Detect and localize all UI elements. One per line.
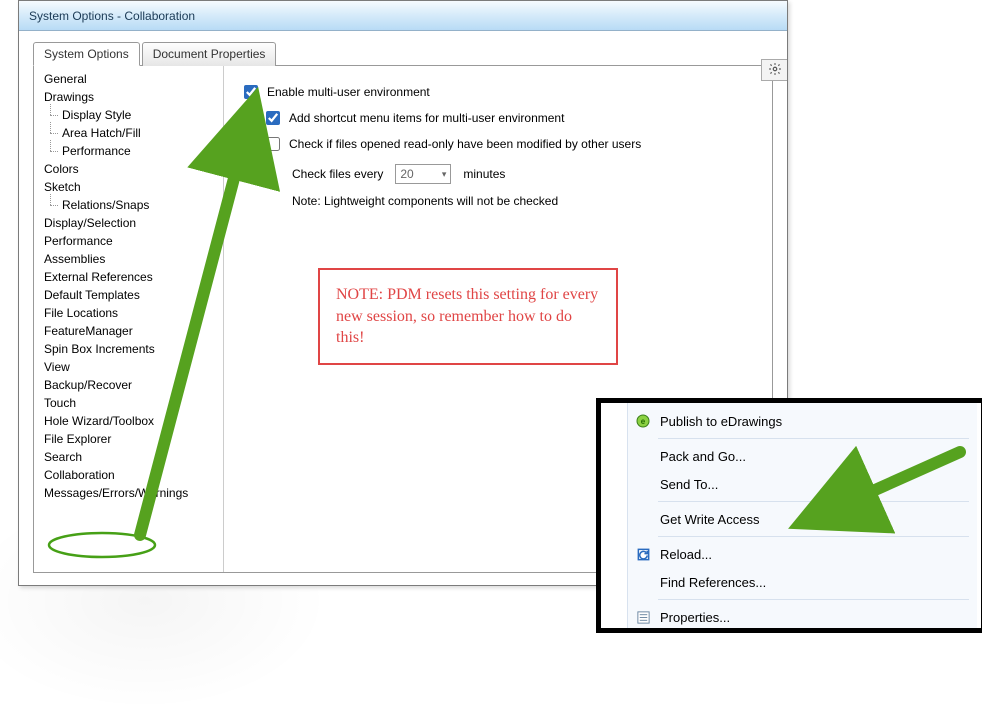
options-tree[interactable]: General Drawings Display Style Area Hatc… — [34, 66, 224, 572]
tree-item-search[interactable]: Search — [34, 448, 223, 466]
dialog-title: System Options - Collaboration — [29, 9, 195, 23]
tree-item-view[interactable]: View — [34, 358, 223, 376]
checkbox-check-readonly[interactable] — [266, 137, 280, 151]
separator — [658, 536, 969, 537]
label-enable-multi-user: Enable multi-user environment — [267, 85, 430, 99]
row-check-readonly: Check if files opened read-only have bee… — [262, 134, 756, 154]
tree-item-drawings[interactable]: Drawings — [34, 88, 223, 106]
tree-item-area-hatch-fill[interactable]: Area Hatch/Fill — [34, 124, 223, 142]
tree-item-colors[interactable]: Colors — [34, 160, 223, 178]
chevron-down-icon: ▾ — [442, 169, 447, 180]
label-check-every: Check files every — [292, 167, 383, 181]
tree-item-sketch[interactable]: Sketch — [34, 178, 223, 196]
ctx-label: Send To... — [660, 477, 718, 492]
ctx-item-properties[interactable]: Properties... — [628, 603, 977, 631]
tree-item-external-references[interactable]: External References — [34, 268, 223, 286]
blank-icon — [634, 510, 652, 528]
ctx-label: Find References... — [660, 575, 766, 590]
label-add-shortcut: Add shortcut menu items for multi-user e… — [289, 111, 564, 125]
row-check-interval: Check files every 20 ▾ minutes — [292, 164, 756, 184]
row-add-shortcut: Add shortcut menu items for multi-user e… — [262, 108, 756, 128]
ctx-item-pack-and-go[interactable]: Pack and Go... — [628, 442, 977, 470]
ctx-label: Publish to eDrawings — [660, 414, 782, 429]
context-menu: e Publish to eDrawings Pack and Go... Se… — [627, 403, 977, 633]
separator — [658, 438, 969, 439]
edrawings-icon: e — [634, 412, 652, 430]
label-minutes: minutes — [463, 167, 505, 181]
tree-item-file-locations[interactable]: File Locations — [34, 304, 223, 322]
tree-item-display-selection[interactable]: Display/Selection — [34, 214, 223, 232]
tree-item-relations-snaps[interactable]: Relations/Snaps — [34, 196, 223, 214]
tree-item-touch[interactable]: Touch — [34, 394, 223, 412]
ctx-item-reload[interactable]: Reload... — [628, 540, 977, 568]
row-enable-multi-user: Enable multi-user environment — [240, 82, 756, 102]
annotation-note-box: NOTE: PDM resets this setting for every … — [318, 268, 618, 365]
ctx-item-send-to[interactable]: Send To... — [628, 470, 977, 498]
svg-text:e: e — [641, 417, 646, 426]
tree-item-display-style[interactable]: Display Style — [34, 106, 223, 124]
ctx-item-get-write-access[interactable]: Get Write Access — [628, 505, 977, 533]
tree-item-performance[interactable]: Performance — [34, 232, 223, 250]
checkbox-add-shortcut[interactable] — [266, 111, 280, 125]
tree-item-messages-errors-warnings[interactable]: Messages/Errors/Warnings — [34, 484, 223, 502]
tree-item-default-templates[interactable]: Default Templates — [34, 286, 223, 304]
reload-icon — [634, 545, 652, 563]
label-lightweight-note: Note: Lightweight components will not be… — [292, 194, 756, 208]
ctx-label: Properties... — [660, 610, 730, 625]
tree-item-performance-drawings[interactable]: Performance — [34, 142, 223, 160]
ctx-item-publish-edrawings[interactable]: e Publish to eDrawings — [628, 407, 977, 435]
ctx-label: Reload... — [660, 547, 712, 562]
dialog-titlebar[interactable]: System Options - Collaboration — [19, 1, 787, 31]
tree-item-collaboration[interactable]: Collaboration — [34, 466, 223, 484]
label-check-readonly: Check if files opened read-only have bee… — [289, 137, 641, 151]
separator — [658, 599, 969, 600]
spin-check-interval[interactable]: 20 ▾ — [395, 164, 451, 184]
separator — [658, 501, 969, 502]
tree-item-backup-recover[interactable]: Backup/Recover — [34, 376, 223, 394]
tab-row: System Options Document Properties — [33, 41, 773, 65]
blank-icon — [634, 475, 652, 493]
tree-item-featuremanager[interactable]: FeatureManager — [34, 322, 223, 340]
tree-item-general[interactable]: General — [34, 70, 223, 88]
tab-system-options[interactable]: System Options — [33, 42, 140, 66]
tree-item-assemblies[interactable]: Assemblies — [34, 250, 223, 268]
ctx-label: Get Write Access — [660, 512, 759, 527]
checkbox-enable-multi-user[interactable] — [244, 85, 258, 99]
tree-item-spin-box-increments[interactable]: Spin Box Increments — [34, 340, 223, 358]
tab-document-properties[interactable]: Document Properties — [142, 42, 277, 66]
options-gear-button[interactable] — [761, 59, 787, 81]
context-menu-snippet: e Publish to eDrawings Pack and Go... Se… — [596, 398, 982, 633]
blank-icon — [634, 447, 652, 465]
spin-value: 20 — [400, 167, 413, 181]
ctx-label: Pack and Go... — [660, 449, 746, 464]
gear-icon — [768, 62, 782, 79]
properties-icon — [634, 608, 652, 626]
blank-icon — [634, 573, 652, 591]
ctx-item-find-references[interactable]: Find References... — [628, 568, 977, 596]
tree-item-hole-wizard-toolbox[interactable]: Hole Wizard/Toolbox — [34, 412, 223, 430]
tree-item-file-explorer[interactable]: File Explorer — [34, 430, 223, 448]
